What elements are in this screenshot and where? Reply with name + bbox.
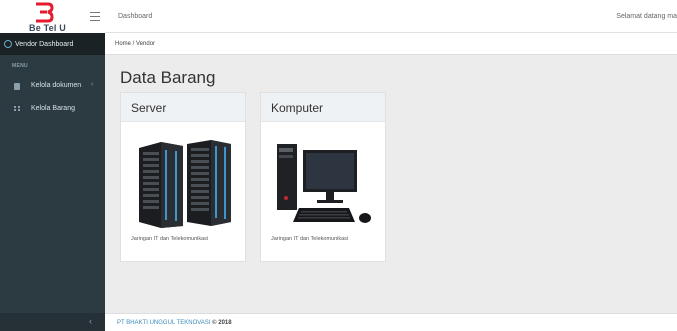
welcome-text[interactable]: Selamat datang ma bbox=[616, 13, 677, 20]
card-title: Server bbox=[131, 101, 167, 115]
page-title: Data Barang bbox=[120, 68, 216, 87]
circle-icon bbox=[4, 40, 12, 48]
footer-company-link[interactable]: PT BHAKTI UNGGUL TEKNOVASI bbox=[117, 320, 210, 326]
card-description: Jaringan IT dan Telekomunikasi bbox=[271, 236, 349, 242]
sidebar: Vendor Dashboard MENU Kelola dokumen ‹ K… bbox=[0, 33, 105, 331]
card-komputer[interactable]: Komputer Jaringan IT dan Telekomunikasi bbox=[260, 92, 386, 262]
hamburger-menu-icon[interactable] bbox=[90, 12, 100, 21]
card-header: Server bbox=[121, 93, 245, 122]
top-navbar: Be Tel U Dashboard Selamat datang ma bbox=[0, 0, 677, 33]
chevron-left-icon: ‹ bbox=[91, 81, 94, 88]
footer: PT BHAKTI UNGGUL TEKNOVASI © 2018 bbox=[105, 313, 677, 331]
grid-icon bbox=[14, 106, 20, 113]
desktop-computer-image bbox=[277, 144, 371, 223]
menu-header: MENU bbox=[12, 63, 28, 69]
card-title: Komputer bbox=[271, 101, 324, 115]
sidebar-item-vendor-dashboard[interactable]: Vendor Dashboard bbox=[0, 33, 105, 55]
collapse-sidebar-icon[interactable]: ‹ bbox=[89, 316, 92, 326]
sidebar-item-label: Kelola dokumen bbox=[31, 82, 82, 89]
sidebar-item-label: Vendor Dashboard bbox=[15, 41, 74, 48]
header-title: Dashboard bbox=[118, 13, 153, 20]
card-header: Komputer bbox=[261, 93, 385, 122]
sidebar-item-kelola-barang[interactable]: Kelola Barang bbox=[0, 100, 105, 118]
sidebar-item-label: Kelola Barang bbox=[31, 105, 75, 112]
footer-year: © 2018 bbox=[212, 320, 232, 326]
logo-text: Be Tel U bbox=[29, 23, 66, 33]
logo-mark-icon bbox=[36, 2, 54, 23]
footer-text: PT BHAKTI UNGGUL TEKNOVASI © 2018 bbox=[117, 320, 232, 326]
sidebar-item-kelola-dokumen[interactable]: Kelola dokumen ‹ bbox=[0, 77, 105, 95]
breadcrumb-bar: Home / Vendor bbox=[105, 33, 677, 55]
server-rack-image bbox=[139, 140, 231, 228]
card-server[interactable]: Server Jaringan IT dan Telekomunikasi bbox=[120, 92, 246, 262]
sidebar-footer: ‹ bbox=[0, 313, 105, 331]
document-icon bbox=[14, 83, 20, 90]
card-description: Jaringan IT dan Telekomunikasi bbox=[131, 236, 209, 242]
breadcrumb[interactable]: Home / Vendor bbox=[115, 41, 155, 47]
